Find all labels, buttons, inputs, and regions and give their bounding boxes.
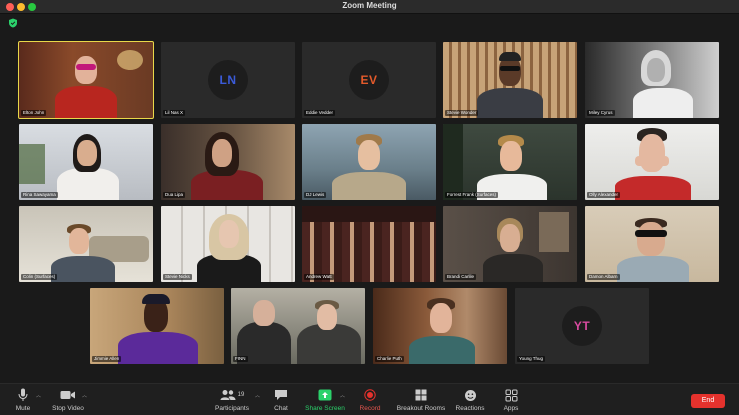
participant-name: Colin (Surfaces) [21, 274, 58, 280]
participant-initials: LN [208, 60, 248, 100]
participant-name: Lil Nas X [163, 110, 186, 116]
chevron-up-icon[interactable]: ︿ [82, 392, 87, 399]
apps-label: Apps [503, 405, 519, 412]
participant-name: Miley Cyrus [587, 110, 615, 116]
participant-name: Stevie Nicks [163, 274, 192, 280]
participant-tile[interactable]: Stevie Wonder [443, 42, 577, 118]
participants-icon [220, 390, 236, 400]
participant-tile[interactable]: Damon Albarn [585, 206, 719, 282]
smiley-icon [464, 389, 476, 401]
participant-name: FINN [233, 356, 248, 362]
security-shield-icon[interactable] [8, 18, 18, 28]
end-meeting-button[interactable]: End [691, 394, 725, 408]
stop-video-button[interactable]: Stop Video [43, 387, 93, 412]
participant-count: 19 [237, 392, 245, 398]
participant-name: Stevie Wonder [445, 110, 479, 116]
participant-tile[interactable]: Stevie Nicks [161, 206, 295, 282]
participant-name: Andrew Watt [304, 274, 334, 280]
participant-tile[interactable]: LN Lil Nas X [161, 42, 295, 118]
participant-name: Eddie Vedder [304, 110, 336, 116]
participant-tile[interactable]: Colin (Surfaces) [19, 206, 153, 282]
video-gallery: Elton John LN Lil Nas X EV Eddie Vedder … [0, 30, 739, 382]
participant-tile[interactable]: Elton John [18, 41, 154, 119]
record-button[interactable]: Record [345, 387, 395, 412]
mute-button[interactable]: Mute [0, 387, 48, 412]
participant-name: Rina Sawayama [21, 192, 58, 198]
participant-tile[interactable]: Andrew Watt [302, 206, 436, 282]
participant-tile[interactable]: Miley Cyrus [585, 42, 719, 118]
participant-tile[interactable]: Rina Sawayama [19, 124, 153, 200]
apps-button[interactable]: Apps [486, 387, 536, 412]
participant-tile[interactable]: DJ Lewis [302, 124, 436, 200]
chevron-up-icon[interactable]: ︿ [36, 392, 41, 399]
window-title: Zoom Meeting [342, 1, 397, 10]
video-camera-icon [60, 391, 75, 399]
reactions-label: Reactions [455, 405, 485, 412]
participant-tile[interactable]: FINN [231, 288, 365, 364]
apps-icon [505, 389, 517, 401]
share-screen-label: Share Screen [305, 405, 345, 412]
breakout-rooms-icon [415, 389, 427, 401]
participants-label: Participants [215, 405, 249, 412]
stop-video-label: Stop Video [52, 405, 84, 412]
meeting-toolbar: Mute ︿ Stop Video ︿ 19 Participants ︿ Ch… [0, 383, 739, 415]
breakout-rooms-label: Breakout Rooms [396, 405, 446, 412]
participant-tile[interactable]: Dua Lipa [161, 124, 295, 200]
participant-name: Charlie Puth [375, 356, 404, 362]
participant-name: Forrest Frank (Surfaces) [445, 192, 499, 198]
participant-tile[interactable]: Jimmie Allen [90, 288, 224, 364]
participant-name: Damon Albarn [587, 274, 620, 280]
record-icon [364, 389, 376, 401]
participant-name: Elton John [21, 110, 47, 116]
chat-label: Chat [274, 405, 288, 412]
participants-button[interactable]: 19 Participants [207, 387, 257, 412]
participant-tile[interactable]: EV Eddie Vedder [302, 42, 436, 118]
participant-tile[interactable]: Charlie Puth [373, 288, 507, 364]
participant-initials: YT [562, 306, 602, 346]
window-titlebar: Zoom Meeting [0, 0, 739, 14]
microphone-icon [18, 388, 28, 401]
participant-name: DJ Lewis [304, 192, 327, 198]
chat-bubble-icon [275, 390, 287, 400]
participant-tile[interactable]: Brandi Carlile [443, 206, 577, 282]
participant-name: Young Thug [517, 356, 546, 362]
participant-name: Jimmie Allen [92, 356, 122, 362]
share-screen-icon [318, 389, 332, 401]
share-screen-button[interactable]: Share Screen [300, 387, 350, 412]
participant-name: Olly Alexander [587, 192, 621, 198]
record-label: Record [359, 405, 381, 412]
participant-initials: EV [349, 60, 389, 100]
participant-tile[interactable]: Forrest Frank (Surfaces) [443, 124, 577, 200]
participant-name: Brandi Carlile [445, 274, 477, 280]
participant-name: Dua Lipa [163, 192, 186, 198]
mute-label: Mute [15, 405, 31, 412]
participant-tile[interactable]: Olly Alexander [585, 124, 719, 200]
participant-tile[interactable]: YT Young Thug [515, 288, 649, 364]
chat-button[interactable]: Chat [256, 387, 306, 412]
breakout-rooms-button[interactable]: Breakout Rooms [396, 387, 446, 412]
